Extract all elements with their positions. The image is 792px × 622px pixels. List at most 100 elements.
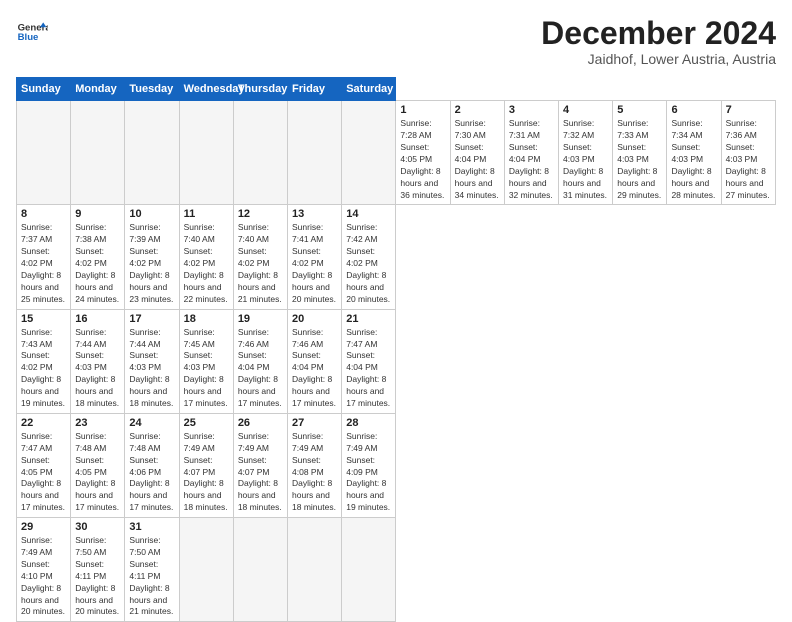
calendar-cell: 7 Sunrise: 7:36 AMSunset: 4:03 PMDaylight… <box>721 101 775 205</box>
day-info: Sunrise: 7:50 AMSunset: 4:11 PMDaylight:… <box>75 535 120 618</box>
calendar-cell: 22 Sunrise: 7:47 AMSunset: 4:05 PMDayligh… <box>17 413 71 517</box>
calendar-cell: 6Sunrise: 7:34 AMSunset: 4:03 PMDaylight… <box>667 101 721 205</box>
day-info: Sunrise: 7:31 AMSunset: 4:04 PMDaylight:… <box>509 118 554 201</box>
calendar-cell <box>288 518 342 622</box>
day-number: 21 <box>346 313 391 325</box>
day-of-week-header: Tuesday <box>125 78 179 101</box>
day-info: Sunrise: 7:49 AMSunset: 4:10 PMDaylight:… <box>21 535 66 618</box>
day-number: 18 <box>184 313 229 325</box>
svg-text:Blue: Blue <box>18 32 39 43</box>
day-info: Sunrise: 7:32 AMSunset: 4:03 PMDaylight:… <box>563 118 608 201</box>
logo-icon: General Blue <box>16 16 48 48</box>
day-number: 16 <box>75 313 120 325</box>
calendar-cell: 8Sunrise: 7:37 AMSunset: 4:02 PMDaylight… <box>17 205 71 309</box>
calendar-cell: 20 Sunrise: 7:46 AMSunset: 4:04 PMDayligh… <box>288 309 342 413</box>
calendar-cell <box>288 101 342 205</box>
day-of-week-header: Friday <box>288 78 342 101</box>
calendar-cell: 16 Sunrise: 7:44 AMSunset: 4:03 PMDayligh… <box>71 309 125 413</box>
day-info: Sunrise: 7:49 AMSunset: 4:07 PMDaylight:… <box>184 431 229 514</box>
calendar-cell: 5 Sunrise: 7:33 AMSunset: 4:03 PMDaylight… <box>613 101 667 205</box>
calendar-cell: 3 Sunrise: 7:31 AMSunset: 4:04 PMDaylight… <box>504 101 558 205</box>
day-number: 4 <box>563 104 608 116</box>
day-info: Sunrise: 7:28 AMSunset: 4:05 PMDaylight:… <box>400 118 445 201</box>
calendar-cell <box>342 101 396 205</box>
day-number: 28 <box>346 417 391 429</box>
day-number: 10 <box>129 208 174 220</box>
day-number: 19 <box>238 313 283 325</box>
day-info: Sunrise: 7:46 AMSunset: 4:04 PMDaylight:… <box>292 327 337 410</box>
calendar-cell: 1 Sunrise: 7:28 AMSunset: 4:05 PMDaylight… <box>396 101 450 205</box>
day-info: Sunrise: 7:33 AMSunset: 4:03 PMDaylight:… <box>617 118 662 201</box>
calendar-cell: 11Sunrise: 7:40 AMSunset: 4:02 PMDayligh… <box>179 205 233 309</box>
day-info: Sunrise: 7:47 AMSunset: 4:05 PMDaylight:… <box>21 431 66 514</box>
day-of-week-header: Wednesday <box>179 78 233 101</box>
title-block: December 2024 Jaidhof, Lower Austria, Au… <box>541 16 776 67</box>
day-info: Sunrise: 7:36 AMSunset: 4:03 PMDaylight:… <box>726 118 771 201</box>
day-info: Sunrise: 7:49 AMSunset: 4:09 PMDaylight:… <box>346 431 391 514</box>
day-info: Sunrise: 7:40 AMSunset: 4:02 PMDaylight:… <box>238 222 283 305</box>
day-number: 7 <box>726 104 771 116</box>
logo: General Blue <box>16 16 48 48</box>
day-of-week-header: Monday <box>71 78 125 101</box>
calendar-cell <box>233 518 287 622</box>
day-info: Sunrise: 7:49 AMSunset: 4:07 PMDaylight:… <box>238 431 283 514</box>
calendar-cell <box>179 518 233 622</box>
day-info: Sunrise: 7:41 AMSunset: 4:02 PMDaylight:… <box>292 222 337 305</box>
calendar-cell <box>342 518 396 622</box>
day-info: Sunrise: 7:42 AMSunset: 4:02 PMDaylight:… <box>346 222 391 305</box>
calendar-cell: 4 Sunrise: 7:32 AMSunset: 4:03 PMDaylight… <box>559 101 613 205</box>
day-info: Sunrise: 7:40 AMSunset: 4:02 PMDaylight:… <box>184 222 229 305</box>
day-info: Sunrise: 7:43 AMSunset: 4:02 PMDaylight:… <box>21 327 66 410</box>
day-info: Sunrise: 7:48 AMSunset: 4:05 PMDaylight:… <box>75 431 120 514</box>
day-number: 1 <box>400 104 445 116</box>
calendar-cell: 18 Sunrise: 7:45 AMSunset: 4:03 PMDayligh… <box>179 309 233 413</box>
calendar-cell: 30 Sunrise: 7:50 AMSunset: 4:11 PMDayligh… <box>71 518 125 622</box>
day-of-week-header: Thursday <box>233 78 287 101</box>
location-title: Jaidhof, Lower Austria, Austria <box>541 51 776 67</box>
day-number: 20 <box>292 313 337 325</box>
day-number: 3 <box>509 104 554 116</box>
calendar-cell: 28 Sunrise: 7:49 AMSunset: 4:09 PMDayligh… <box>342 413 396 517</box>
month-title: December 2024 <box>541 16 776 51</box>
calendar-cell <box>71 101 125 205</box>
day-info: Sunrise: 7:48 AMSunset: 4:06 PMDaylight:… <box>129 431 174 514</box>
header: General Blue December 2024 Jaidhof, Lowe… <box>16 16 776 67</box>
calendar-cell <box>179 101 233 205</box>
day-number: 24 <box>129 417 174 429</box>
calendar-cell <box>125 101 179 205</box>
calendar-cell: 23 Sunrise: 7:48 AMSunset: 4:05 PMDayligh… <box>71 413 125 517</box>
calendar-cell: 13Sunrise: 7:41 AMSunset: 4:02 PMDayligh… <box>288 205 342 309</box>
day-number: 17 <box>129 313 174 325</box>
calendar-cell: 31Sunrise: 7:50 AMSunset: 4:11 PMDayligh… <box>125 518 179 622</box>
day-info: Sunrise: 7:44 AMSunset: 4:03 PMDaylight:… <box>75 327 120 410</box>
calendar-cell <box>233 101 287 205</box>
calendar-cell: 27Sunrise: 7:49 AMSunset: 4:08 PMDayligh… <box>288 413 342 517</box>
day-number: 22 <box>21 417 66 429</box>
day-number: 9 <box>75 208 120 220</box>
day-number: 8 <box>21 208 66 220</box>
calendar-cell <box>17 101 71 205</box>
day-number: 31 <box>129 521 174 533</box>
day-number: 29 <box>21 521 66 533</box>
day-number: 30 <box>75 521 120 533</box>
calendar-cell: 19Sunrise: 7:46 AMSunset: 4:04 PMDayligh… <box>233 309 287 413</box>
day-info: Sunrise: 7:49 AMSunset: 4:08 PMDaylight:… <box>292 431 337 514</box>
day-info: Sunrise: 7:30 AMSunset: 4:04 PMDaylight:… <box>455 118 500 201</box>
day-info: Sunrise: 7:38 AMSunset: 4:02 PMDaylight:… <box>75 222 120 305</box>
calendar-cell: 2Sunrise: 7:30 AMSunset: 4:04 PMDaylight… <box>450 101 504 205</box>
day-of-week-header: Sunday <box>17 78 71 101</box>
day-number: 12 <box>238 208 283 220</box>
day-number: 23 <box>75 417 120 429</box>
day-info: Sunrise: 7:34 AMSunset: 4:03 PMDaylight:… <box>671 118 716 201</box>
day-number: 5 <box>617 104 662 116</box>
calendar-cell: 21Sunrise: 7:47 AMSunset: 4:04 PMDayligh… <box>342 309 396 413</box>
calendar-page: General Blue December 2024 Jaidhof, Lowe… <box>0 0 792 612</box>
day-info: Sunrise: 7:45 AMSunset: 4:03 PMDaylight:… <box>184 327 229 410</box>
calendar-cell: 15 Sunrise: 7:43 AMSunset: 4:02 PMDayligh… <box>17 309 71 413</box>
day-number: 26 <box>238 417 283 429</box>
calendar-cell: 12 Sunrise: 7:40 AMSunset: 4:02 PMDayligh… <box>233 205 287 309</box>
day-number: 15 <box>21 313 66 325</box>
day-number: 14 <box>346 208 391 220</box>
calendar-cell: 10 Sunrise: 7:39 AMSunset: 4:02 PMDayligh… <box>125 205 179 309</box>
day-info: Sunrise: 7:39 AMSunset: 4:02 PMDaylight:… <box>129 222 174 305</box>
